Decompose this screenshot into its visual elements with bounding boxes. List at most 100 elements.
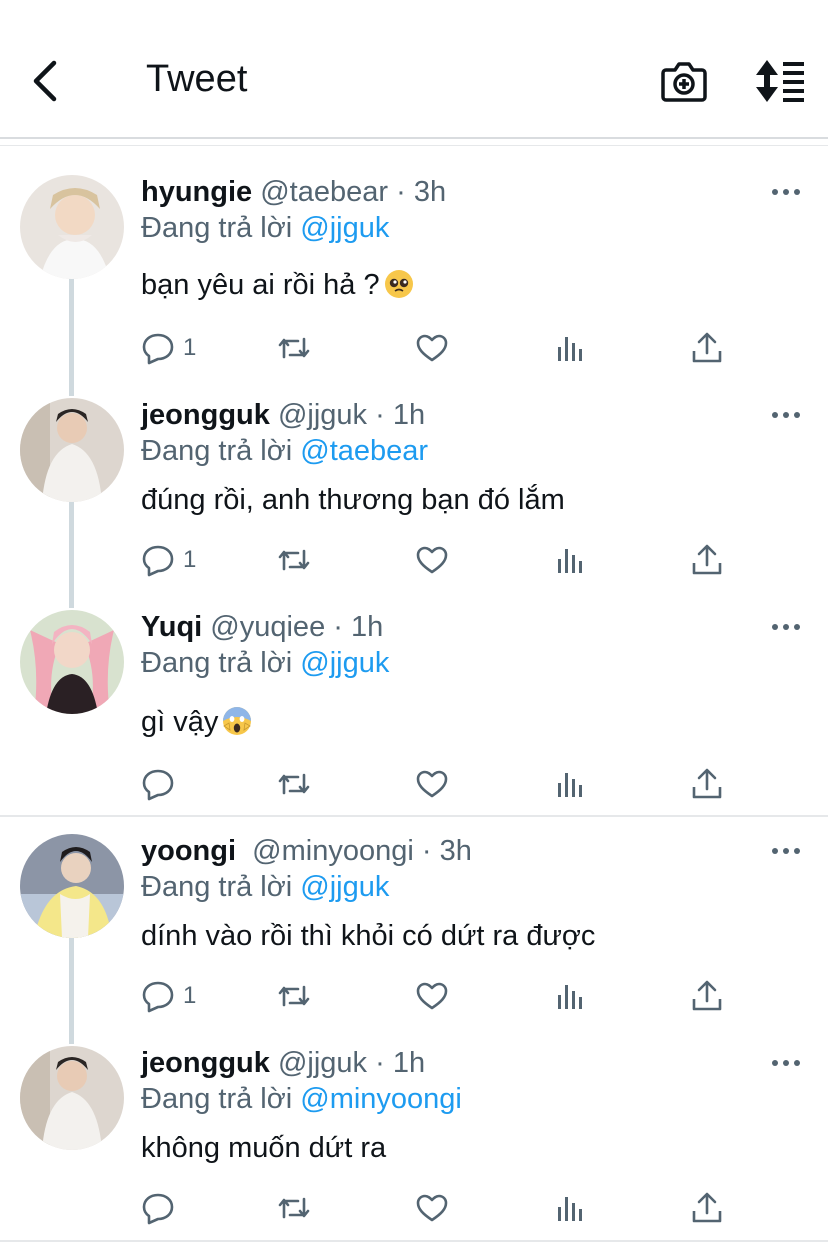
tweet-actions: 1 bbox=[0, 328, 828, 368]
analytics-action[interactable] bbox=[553, 976, 587, 1016]
share-icon bbox=[692, 768, 722, 799]
analytics-action[interactable] bbox=[553, 1188, 587, 1228]
tweet[interactable]: jeongguk @jjguk · 1h Đang trả lời @minyo… bbox=[0, 1046, 828, 1236]
reply-action[interactable]: 1 bbox=[141, 328, 196, 368]
heart-icon bbox=[416, 1194, 448, 1222]
separator: · bbox=[325, 611, 351, 643]
analytics-action[interactable] bbox=[553, 540, 587, 580]
avatar[interactable] bbox=[20, 398, 124, 502]
display-name[interactable]: Yuqi bbox=[141, 611, 202, 643]
handle[interactable]: @minyoongi bbox=[252, 835, 414, 867]
tweet-header: yoongi @minyoongi · 3h bbox=[141, 834, 472, 868]
tweet[interactable]: hyungie @taebear · 3h Đang trả lời @jjgu… bbox=[0, 175, 828, 375]
share-icon bbox=[692, 980, 722, 1011]
retweet-action[interactable] bbox=[277, 540, 311, 580]
like-action[interactable] bbox=[415, 1188, 449, 1228]
reply-icon bbox=[142, 545, 174, 577]
replying-to: Đang trả lời @jjguk bbox=[141, 870, 389, 904]
replying-to-label: Đang trả lời bbox=[141, 647, 301, 679]
tweet-text-body: đúng rồi, anh thương bạn đó lắm bbox=[141, 484, 565, 516]
conversation-divider bbox=[0, 815, 828, 817]
reply-count: 1 bbox=[183, 546, 197, 573]
share-action[interactable] bbox=[690, 540, 724, 580]
analytics-action[interactable] bbox=[553, 764, 587, 804]
mention-link[interactable]: @minyoongi bbox=[300, 1083, 462, 1115]
more-options-icon[interactable] bbox=[770, 398, 802, 432]
retweet-action[interactable] bbox=[277, 1188, 311, 1228]
analytics-icon bbox=[558, 549, 582, 573]
timestamp: 1h bbox=[350, 611, 384, 643]
tweet[interactable]: Yuqi @yuqiee · 1h Đang trả lời @jjguk gì… bbox=[0, 610, 828, 810]
avatar[interactable] bbox=[20, 1046, 124, 1150]
like-action[interactable] bbox=[415, 764, 449, 804]
replying-to-label: Đang trả lời bbox=[141, 1083, 301, 1115]
handle[interactable]: @jjguk bbox=[278, 399, 367, 431]
display-name[interactable]: yoongi bbox=[141, 835, 236, 867]
reply-action[interactable] bbox=[141, 1188, 183, 1228]
heart-icon bbox=[416, 334, 448, 362]
mention-link[interactable]: @jjguk bbox=[300, 647, 389, 679]
timestamp: 3h bbox=[413, 176, 447, 208]
analytics-action[interactable] bbox=[553, 328, 587, 368]
separator: · bbox=[367, 1047, 393, 1079]
tweet-text-body: không muốn dứt ra bbox=[141, 1132, 387, 1164]
timestamp: 1h bbox=[392, 399, 426, 431]
display-name[interactable]: jeongguk bbox=[141, 1047, 270, 1079]
share-action[interactable] bbox=[690, 1188, 724, 1228]
avatar[interactable] bbox=[20, 834, 124, 938]
display-name[interactable]: hyungie bbox=[141, 176, 252, 208]
retweet-action[interactable] bbox=[277, 976, 311, 1016]
chevron-left-icon[interactable] bbox=[28, 58, 62, 104]
share-action[interactable] bbox=[690, 328, 724, 368]
more-options-icon[interactable] bbox=[770, 175, 802, 209]
avatar[interactable] bbox=[20, 610, 124, 714]
share-action[interactable] bbox=[690, 976, 724, 1016]
mention-link[interactable]: @taebear bbox=[300, 435, 428, 467]
heart-icon bbox=[416, 982, 448, 1010]
heart-icon bbox=[416, 770, 448, 798]
share-action[interactable] bbox=[690, 764, 724, 804]
reply-icon bbox=[142, 769, 174, 801]
tweet-text-body: bạn yêu ai rồi hả ? bbox=[141, 269, 380, 301]
like-action[interactable] bbox=[415, 540, 449, 580]
header-divider bbox=[0, 145, 828, 146]
like-action[interactable] bbox=[415, 328, 449, 368]
sort-icon[interactable] bbox=[753, 58, 807, 104]
separator: · bbox=[367, 399, 393, 431]
tweet-text-body: gì vậy bbox=[141, 706, 219, 738]
retweet-action[interactable] bbox=[277, 764, 311, 804]
reply-action[interactable]: 1 bbox=[141, 976, 196, 1016]
like-action[interactable] bbox=[415, 976, 449, 1016]
handle[interactable]: @yuqiee bbox=[210, 611, 325, 643]
page-title: Tweet bbox=[146, 58, 248, 100]
reply-count: 1 bbox=[183, 982, 197, 1009]
replying-to: Đang trả lời @jjguk bbox=[141, 646, 389, 680]
mention-link[interactable]: @jjguk bbox=[300, 212, 389, 244]
retweet-action[interactable] bbox=[277, 328, 311, 368]
screaming-face-icon bbox=[223, 707, 252, 735]
tweet-actions bbox=[0, 764, 828, 804]
handle[interactable]: @jjguk bbox=[278, 1047, 367, 1079]
reply-action[interactable] bbox=[141, 764, 183, 804]
camera-icon[interactable] bbox=[660, 58, 708, 104]
more-options-icon[interactable] bbox=[770, 610, 802, 644]
avatar[interactable] bbox=[20, 175, 124, 279]
separator: · bbox=[388, 176, 414, 208]
mention-link[interactable]: @jjguk bbox=[300, 871, 389, 903]
tweet[interactable]: jeongguk @jjguk · 1h Đang trả lời @taebe… bbox=[0, 398, 828, 598]
replying-to-label: Đang trả lời bbox=[141, 435, 301, 467]
replying-to: Đang trả lời @jjguk bbox=[141, 211, 389, 245]
reply-action[interactable]: 1 bbox=[141, 540, 196, 580]
more-options-icon[interactable] bbox=[770, 1046, 802, 1080]
handle[interactable]: @taebear bbox=[260, 176, 388, 208]
retweet-icon bbox=[278, 773, 310, 795]
tweet-actions: 1 bbox=[0, 540, 828, 580]
more-options-icon[interactable] bbox=[770, 834, 802, 868]
retweet-icon bbox=[278, 985, 310, 1007]
display-name[interactable]: jeongguk bbox=[141, 399, 270, 431]
analytics-icon bbox=[558, 337, 582, 361]
tweet[interactable]: yoongi @minyoongi · 3h Đang trả lời @jjg… bbox=[0, 834, 828, 1034]
reply-icon bbox=[142, 1193, 174, 1225]
tweet-text: đúng rồi, anh thương bạn đó lắm bbox=[141, 482, 565, 518]
reply-count: 1 bbox=[183, 334, 197, 361]
